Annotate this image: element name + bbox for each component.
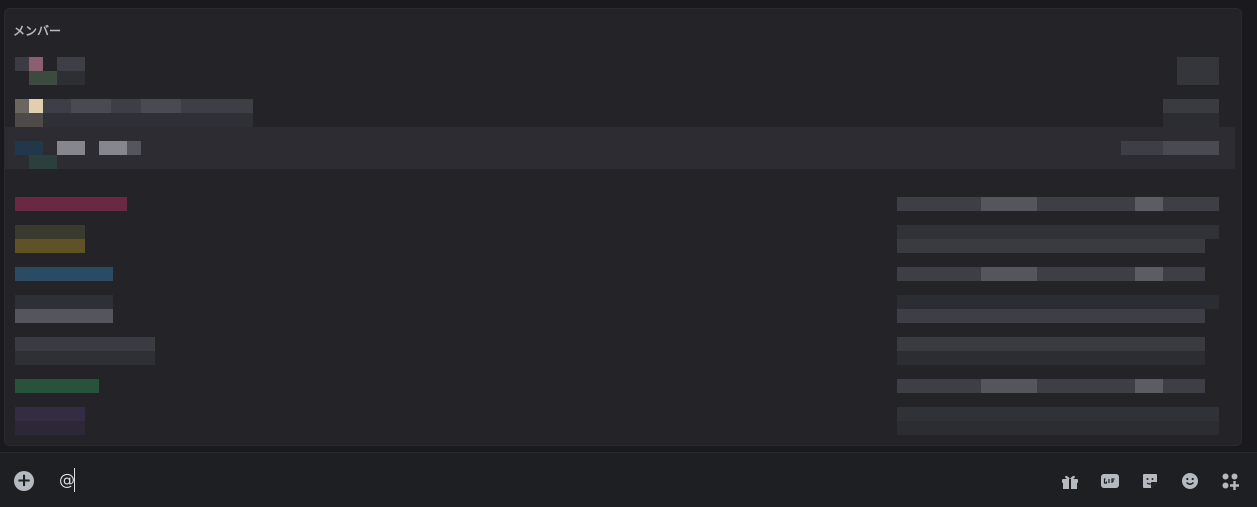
role-name [15,225,85,239]
role-name [15,337,155,351]
role-name [15,407,85,421]
message-input[interactable]: @ [59,470,75,489]
popup-title: メンバー [13,24,62,38]
role-row[interactable] [5,223,1235,265]
gif-icon[interactable] [1100,471,1120,491]
sticker-icon[interactable] [1140,471,1160,491]
apps-icon[interactable] [1220,471,1240,491]
gift-icon[interactable] [1060,471,1080,491]
mention-autocomplete-popup: メンバー [4,8,1242,446]
member-row[interactable] [5,53,1235,95]
emoji-icon[interactable] [1180,471,1200,491]
member-row-selected[interactable] [5,127,1235,169]
role-description [897,337,1205,351]
role-description [897,225,1219,239]
role-name [15,379,99,393]
role-name [15,197,127,211]
plus-circle-icon[interactable]: + [14,471,34,491]
member-tag [1163,99,1219,113]
role-row[interactable] [5,289,1235,331]
role-name [15,267,113,281]
role-description [897,407,1219,421]
role-row[interactable] [5,403,1235,445]
role-description [897,197,1219,211]
message-composer: + @ [0,452,1257,507]
role-description [897,295,1219,309]
role-name [15,295,113,309]
text-caret [74,468,75,492]
member-tag [1177,57,1219,85]
